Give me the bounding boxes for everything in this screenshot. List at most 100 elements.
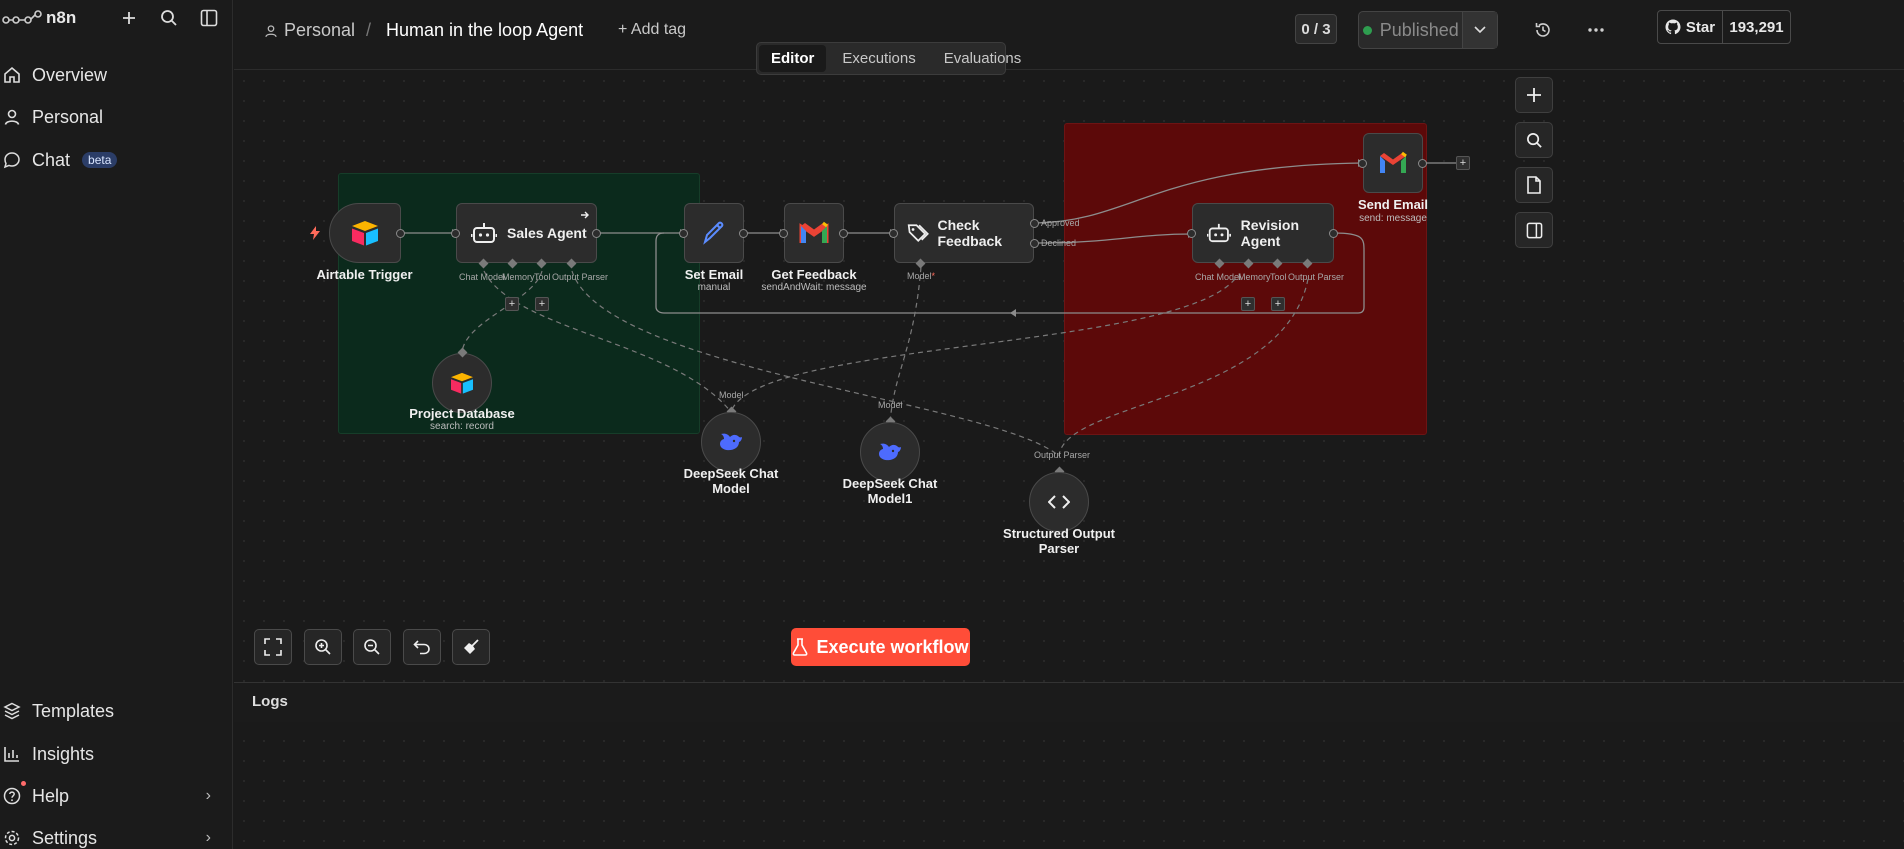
sidebar-item-personal[interactable]: Personal: [0, 102, 225, 132]
zoom-out-button[interactable]: [353, 629, 391, 665]
execute-workflow-button[interactable]: Execute workflow: [791, 628, 970, 666]
node-title: Check Feedback: [937, 217, 1003, 249]
add-tag-button[interactable]: + Add tag: [618, 21, 686, 39]
node-title: Get Feedback: [771, 267, 857, 282]
port-label-model: Model*: [907, 271, 936, 281]
output-port[interactable]: [592, 229, 601, 238]
input-port[interactable]: [679, 229, 688, 238]
sidebar-item-label: Overview: [32, 64, 108, 85]
n8n-logo-icon: [2, 10, 42, 24]
output-port-approved[interactable]: [1030, 219, 1039, 228]
toggle-panel-button[interactable]: [1515, 212, 1553, 248]
workflow-canvas[interactable]: Airtable Trigger Sales Agent Chat Model …: [234, 71, 1904, 849]
undo-button[interactable]: [403, 629, 441, 665]
sidebar: n8n Overview Personal Chat beta Template…: [0, 0, 233, 849]
sidebar-item-help[interactable]: Help ›: [0, 781, 225, 811]
input-port[interactable]: [1358, 159, 1367, 168]
node-structured-output-parser[interactable]: [1029, 472, 1089, 532]
node-title: Send Email: [1357, 197, 1429, 212]
arrow-right-icon: [581, 211, 589, 219]
sidebar-item-label: Settings: [32, 827, 98, 848]
sidebar-item-overview[interactable]: Overview: [0, 60, 225, 90]
output-port[interactable]: [1329, 229, 1338, 238]
node-title: Sales Agent: [507, 225, 587, 241]
more-options-icon[interactable]: [1582, 16, 1610, 44]
node-send-email[interactable]: [1363, 133, 1423, 193]
node-deepseek-chat-model[interactable]: [701, 412, 761, 472]
sticky-note-icon: [1527, 176, 1541, 194]
sidebar-item-templates[interactable]: Templates: [0, 696, 225, 726]
toggle-sidebar-icon[interactable]: [196, 6, 222, 30]
airtable-icon: [451, 372, 473, 394]
output-port[interactable]: [839, 229, 848, 238]
output-port[interactable]: [739, 229, 748, 238]
sidebar-item-chat[interactable]: Chat beta: [0, 145, 225, 175]
node-sales-agent[interactable]: Sales Agent: [456, 203, 597, 263]
node-revision-agent[interactable]: Revision Agent: [1192, 203, 1334, 263]
add-memory-button[interactable]: +: [1241, 297, 1255, 311]
published-button[interactable]: Published: [1359, 12, 1462, 48]
execute-workflow-label: Execute workflow: [816, 636, 969, 657]
output-label-approved: Approved: [1041, 218, 1080, 228]
project-name: Personal: [284, 20, 356, 40]
output-port[interactable]: [1418, 159, 1427, 168]
gear-icon: [2, 828, 22, 848]
node-airtable-trigger[interactable]: [329, 203, 401, 263]
port-label-chat-model: Chat Model: [1195, 272, 1242, 282]
node-set-email[interactable]: [684, 203, 744, 263]
search-nodes-button[interactable]: [1515, 122, 1553, 158]
input-port[interactable]: [889, 229, 898, 238]
tidy-up-button[interactable]: [452, 629, 490, 665]
input-port[interactable]: [451, 229, 460, 238]
port-label-model: Model: [878, 400, 903, 410]
add-memory-button[interactable]: +: [505, 297, 519, 311]
node-title: DeepSeek Chat Model: [683, 466, 779, 496]
node-project-database[interactable]: [432, 353, 492, 413]
output-port-declined[interactable]: [1030, 239, 1039, 248]
add-tool-button[interactable]: +: [535, 297, 549, 311]
port-label-memory: Memory: [1238, 272, 1271, 282]
sidebar-item-label: Chat: [32, 149, 71, 170]
templates-icon: [2, 701, 22, 721]
search-icon[interactable]: [156, 6, 182, 30]
sidebar-item-insights[interactable]: Insights: [0, 739, 225, 769]
node-subtitle: sendAndWait: message: [761, 282, 867, 293]
input-port[interactable]: [1187, 229, 1196, 238]
add-tool-button[interactable]: +: [1271, 297, 1285, 311]
workflow-name[interactable]: Human in the loop Agent: [386, 20, 583, 41]
node-deepseek-chat-model1[interactable]: [860, 422, 920, 482]
tab-editor[interactable]: Editor: [759, 45, 827, 72]
zoom-in-button[interactable]: [304, 629, 342, 665]
add-next-node-button[interactable]: +: [1456, 156, 1470, 170]
zoom-in-icon: [315, 639, 331, 655]
node-subtitle: search: record: [430, 421, 494, 432]
connections-layer: [392, 159, 1459, 457]
breadcrumb-separator: /: [366, 20, 372, 40]
tab-evaluations[interactable]: Evaluations: [932, 45, 1034, 72]
chat-icon: [2, 150, 22, 170]
output-port[interactable]: [396, 229, 405, 238]
node-check-feedback[interactable]: Check Feedback: [894, 203, 1034, 263]
port-label-output-parser: Output Parser: [1288, 272, 1345, 282]
logs-panel[interactable]: Logs: [234, 682, 1904, 722]
undo-icon: [413, 640, 430, 655]
sidebar-item-settings[interactable]: Settings ›: [0, 823, 225, 849]
plus-icon: [1527, 88, 1541, 102]
breadcrumb-project[interactable]: Personal: [264, 20, 355, 41]
robot-icon: [1207, 223, 1231, 243]
tab-executions[interactable]: Executions: [830, 45, 927, 72]
add-sticky-note-button[interactable]: [1515, 167, 1553, 203]
sidebar-item-label: Templates: [32, 700, 115, 721]
deepseek-whale-icon: [720, 433, 742, 451]
add-icon[interactable]: [116, 6, 142, 30]
port-label-tool: Tool: [1270, 272, 1287, 282]
fit-view-button[interactable]: [254, 629, 292, 665]
sidebar-item-label: Insights: [32, 743, 95, 764]
input-port[interactable]: [779, 229, 788, 238]
github-star-label: Star: [1685, 18, 1716, 36]
github-star-button[interactable]: Star 193,291: [1657, 10, 1791, 44]
chevron-down-icon[interactable]: [1462, 12, 1497, 48]
node-get-feedback[interactable]: [784, 203, 844, 263]
history-icon[interactable]: [1529, 16, 1557, 44]
add-node-button[interactable]: [1515, 77, 1553, 113]
